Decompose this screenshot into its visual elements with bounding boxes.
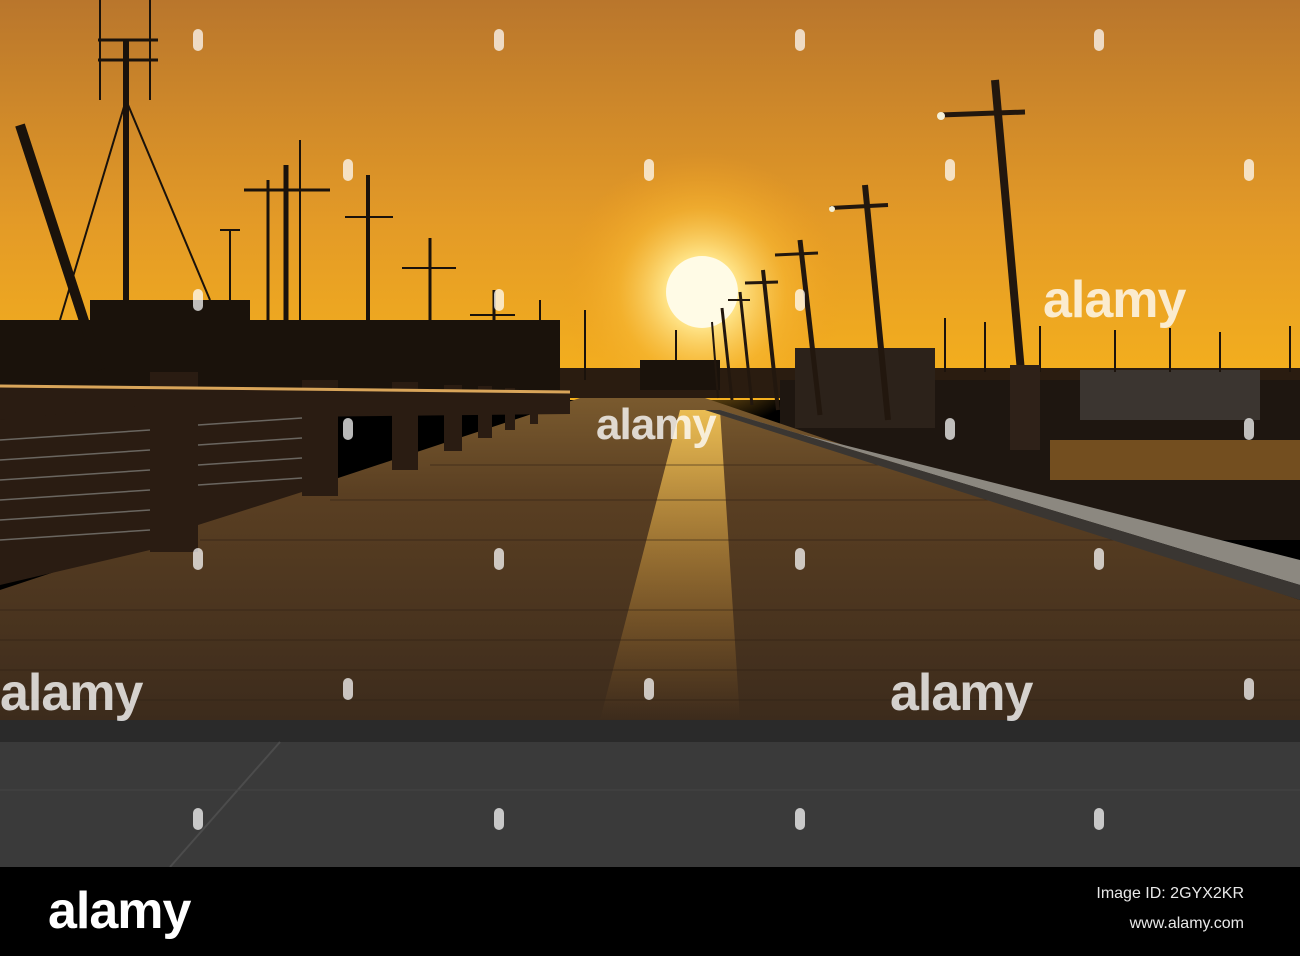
watermark-text: alamy: [596, 400, 717, 449]
watermark-dot: [795, 289, 805, 311]
watermark-dot: [945, 418, 955, 440]
watermark-dot: [644, 159, 654, 181]
watermark-dot: [1244, 159, 1254, 181]
watermark-dot: [1094, 808, 1104, 830]
watermark-dot: [193, 548, 203, 570]
watermark-text: alamy: [890, 664, 1033, 722]
watermark-dot: [494, 548, 504, 570]
watermark-dot: [193, 289, 203, 311]
watermark-text: alamy: [0, 664, 143, 722]
watermark-dot: [795, 29, 805, 51]
watermark-dot: [795, 548, 805, 570]
site-url[interactable]: www.alamy.com: [1130, 915, 1244, 933]
watermark-dot: [343, 678, 353, 700]
watermark-dot: [343, 418, 353, 440]
watermark-text: alamy: [1043, 271, 1186, 329]
footer-logo[interactable]: alamy: [48, 881, 191, 941]
photo: alamy alamy alamy alamy: [0, 0, 1300, 867]
watermark-dot: [494, 29, 504, 51]
watermark-dot: [1244, 418, 1254, 440]
watermark-dot: [343, 159, 353, 181]
watermark-dot: [1094, 548, 1104, 570]
watermark-dot: [945, 159, 955, 181]
watermark-dot: [644, 678, 654, 700]
watermark-dot: [494, 808, 504, 830]
concrete-foreground: [0, 720, 1300, 867]
footer-bar: alamy Image ID: 2GYX2KR www.alamy.com: [0, 867, 1300, 956]
image-id: Image ID: 2GYX2KR: [1096, 885, 1244, 902]
watermark-dot: [494, 289, 504, 311]
watermark-dot: [1244, 678, 1254, 700]
watermark-dot: [193, 29, 203, 51]
watermark-dot: [1094, 29, 1104, 51]
watermark-dot: [193, 808, 203, 830]
watermark-dot: [795, 808, 805, 830]
